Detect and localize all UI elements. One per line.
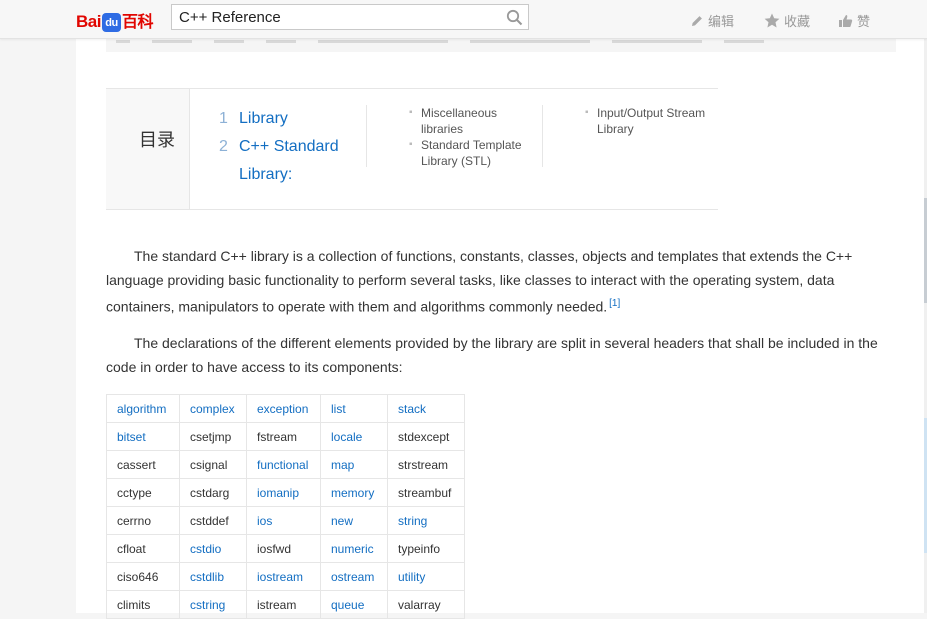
table-row: cerrno cstddef ios new string — [106, 506, 465, 535]
edit-label: 编辑 — [708, 14, 735, 29]
table-row: bitset csetjmp fstream locale stdexcept — [106, 422, 465, 451]
header-cell-ciso646: ciso646 — [106, 562, 180, 591]
table-of-contents: 目录 1 Library 2 C++ Standard Library: ▪ Mis… — [106, 88, 718, 210]
header-cell-cfloat: cfloat — [106, 534, 180, 563]
header-cell-cstddef: cstddef — [179, 506, 247, 535]
favorite-label: 收藏 — [784, 14, 811, 29]
like-button[interactable]: 赞 — [838, 11, 870, 30]
header-cell-iosfwd: iosfwd — [246, 534, 321, 563]
header-cell-locale[interactable]: locale — [320, 422, 388, 451]
baidu-baike-logo[interactable]: Bai du 百科 — [76, 8, 153, 32]
search-input[interactable] — [179, 8, 499, 26]
header-cell-exception[interactable]: exception — [246, 394, 321, 423]
thumbs-up-icon — [839, 14, 853, 27]
toc-subitem-iostream-library[interactable]: ▪ Input/Output Stream Library — [585, 105, 705, 137]
header-cell-cassert: cassert — [106, 450, 180, 479]
intro-paragraph: The standard C++ library is a collection… — [106, 248, 853, 315]
headers-paragraph: The declarations of the different elemen… — [106, 335, 878, 375]
header-cell-iomanip[interactable]: iomanip — [246, 478, 321, 507]
star-icon — [764, 13, 780, 28]
header-cell-queue[interactable]: queue — [320, 590, 388, 619]
table-row: cassert csignal functional map strstream — [106, 450, 465, 479]
header-cell-numeric[interactable]: numeric — [320, 534, 388, 563]
header-cell-functional[interactable]: functional — [246, 450, 321, 479]
header-cell-cstdio[interactable]: cstdio — [179, 534, 247, 563]
header-cell-cstring[interactable]: cstring — [179, 590, 247, 619]
header-cell-string[interactable]: string — [387, 506, 465, 535]
top-bar: Baidu百科 编辑 收藏 赞 — [0, 0, 927, 39]
header-cell-memory[interactable]: memory — [320, 478, 388, 507]
header-cell-complex[interactable]: complex — [179, 394, 247, 423]
headers-table: algorithm complex exception list stack bitset… — [106, 394, 465, 619]
toc-item-cpp-standard-library-cont[interactable]: Library: — [219, 161, 292, 189]
toc-subitem-misc-libraries[interactable]: ▪ Miscellaneous libraries — [409, 105, 497, 137]
header-cell-iostream[interactable]: iostream — [246, 562, 321, 591]
toc-item-cpp-standard-library[interactable]: 2 C++ Standard — [219, 133, 339, 161]
header-cell-cerrno: cerrno — [106, 506, 180, 535]
table-row: cfloat cstdio iosfwd numeric typeinfo — [106, 534, 465, 563]
header-cell-typeinfo: typeinfo — [387, 534, 465, 563]
header-cell-csignal: csignal — [179, 450, 247, 479]
toc-title: 目录 — [139, 130, 175, 150]
paw-icon: du — [101, 13, 121, 32]
table-row: algorithm complex exception list stack — [106, 394, 465, 423]
table-row: ciso646 cstdlib iostream ostream utility — [106, 562, 465, 591]
header-cell-csetjmp: csetjmp — [179, 422, 247, 451]
toc-item-library[interactable]: 1 Library — [219, 105, 288, 133]
like-label: 赞 — [857, 14, 871, 29]
pencil-icon — [692, 15, 702, 26]
search-box — [171, 4, 529, 30]
table-row: climits cstring istream queue valarray — [106, 590, 465, 619]
toc-title-box: 目录 — [106, 89, 190, 209]
header-cell-new[interactable]: new — [320, 506, 388, 535]
header-cell-cctype: cctype — [106, 478, 180, 507]
header-cell-ios[interactable]: ios — [246, 506, 321, 535]
header-cell-ostream[interactable]: ostream — [320, 562, 388, 591]
header-cell-streambuf: streambuf — [387, 478, 465, 507]
header-cell-istream: istream — [246, 590, 321, 619]
header-cell-valarray: valarray — [387, 590, 465, 619]
header-cell-utility[interactable]: utility — [387, 562, 465, 591]
header-cell-strstream: strstream — [387, 450, 465, 479]
edit-button[interactable]: 编辑 — [690, 11, 734, 30]
scrolled-breadcrumb-strip — [106, 38, 896, 52]
search-icon[interactable] — [506, 9, 523, 26]
header-cell-stdexcept: stdexcept — [387, 422, 465, 451]
reference-link[interactable]: [1] — [609, 298, 620, 309]
header-cell-list[interactable]: list — [320, 394, 388, 423]
header-cell-climits: climits — [106, 590, 180, 619]
header-cell-stack[interactable]: stack — [387, 394, 465, 423]
header-cell-bitset[interactable]: bitset — [106, 422, 180, 451]
header-cell-algorithm[interactable]: algorithm — [106, 394, 180, 423]
toc-subitem-stl[interactable]: ▪ Standard Template Library (STL) — [409, 137, 522, 169]
header-cell-map[interactable]: map — [320, 450, 388, 479]
header-cell-fstream: fstream — [246, 422, 321, 451]
toc-divider — [366, 105, 367, 167]
favorite-button[interactable]: 收藏 — [764, 11, 810, 30]
header-cell-cstdarg: cstdarg — [179, 478, 247, 507]
table-row: cctype cstdarg iomanip memory streambuf — [106, 478, 465, 507]
toc-divider — [542, 105, 543, 167]
header-cell-cstdlib[interactable]: cstdlib — [179, 562, 247, 591]
